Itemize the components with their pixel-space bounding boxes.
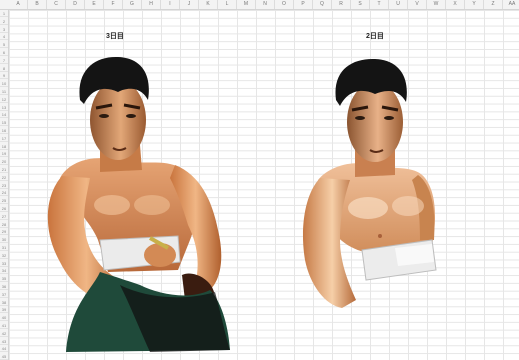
- illustration-day2: [302, 58, 437, 308]
- man-figure-icon: [302, 58, 437, 308]
